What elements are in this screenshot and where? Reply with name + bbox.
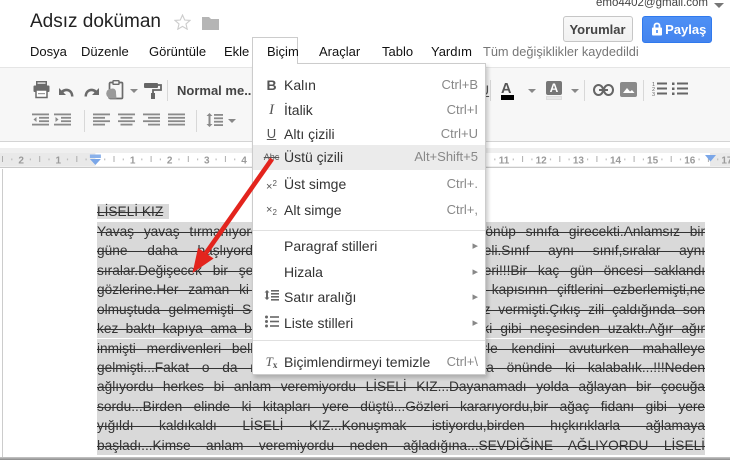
svg-text:15: 15	[647, 156, 659, 167]
svg-text:1: 1	[56, 156, 62, 167]
svg-text:16: 16	[684, 156, 696, 167]
svg-text:2: 2	[18, 156, 24, 167]
svg-text:1: 1	[130, 156, 136, 167]
svg-text:11: 11	[499, 156, 510, 167]
svg-text:12: 12	[536, 156, 548, 167]
svg-text:13: 13	[573, 156, 585, 167]
svg-text:2: 2	[167, 156, 173, 167]
svg-text:3: 3	[652, 92, 655, 96]
svg-text:17: 17	[721, 156, 730, 167]
svg-text:14: 14	[610, 156, 622, 167]
